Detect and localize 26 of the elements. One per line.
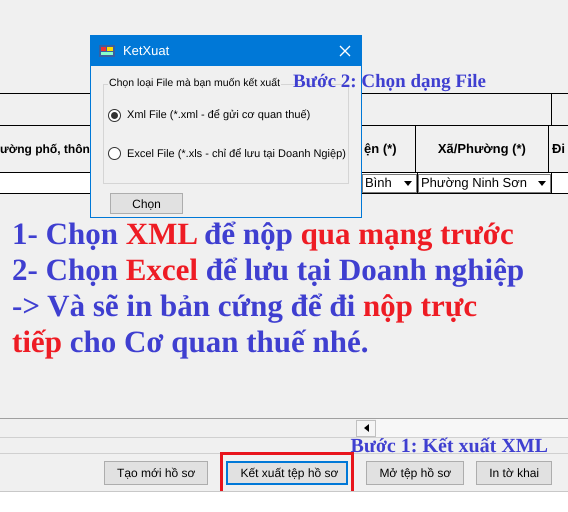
instruction-text: 1- Chọn XML để nộp qua mạng trước: [12, 216, 515, 252]
scroll-left-icon: [364, 424, 368, 432]
close-icon[interactable]: [339, 45, 351, 57]
dropdown-arrow-icon: [404, 180, 412, 186]
instruction-text: 2- Chọn Excel để lưu tại Doanh nghiệp -> Và sẽ in bản cứng để đi nộp trực tiếp cho Cơ quan thuế nhé.: [12, 252, 526, 360]
dropdown-arrow-icon: [538, 180, 546, 186]
step-label: Bước 2: Chọn dạng File: [293, 70, 486, 94]
toolbar-button[interactable]: Mở tệp hồ sơ: [366, 460, 464, 484]
toolbar-button[interactable]: In tờ khai: [476, 460, 552, 484]
radio-button[interactable]: [108, 108, 121, 122]
radio-label: Excel File (*.xls - chỉ để lưu tại Doanh Ngiệp): [127, 146, 346, 162]
radio-label: Xml File (*.xml - để gửi cơ quan thuế): [127, 108, 310, 123]
dropdown-field[interactable]: Phường Ninh Sơn: [418, 174, 551, 192]
column-header: ện (*): [364, 140, 397, 158]
step-label: Bước 1: Kết xuất XML: [350, 434, 548, 458]
radio-button[interactable]: [108, 147, 121, 160]
toolbar-button[interactable]: Tạo mới hồ sơ: [104, 460, 208, 484]
toolbar-button[interactable]: Kết xuất tệp hồ sơ: [226, 460, 348, 484]
dropdown-field[interactable]: Bình: [362, 174, 417, 192]
choose-button[interactable]: Chọn: [110, 193, 183, 214]
scroll-left-button[interactable]: [356, 420, 376, 436]
column-header: Xã/Phường (*): [438, 140, 526, 158]
window-title: KetXuat: [123, 42, 170, 60]
app-icon: [99, 43, 115, 59]
column-header: ường phố, thôn: [0, 141, 90, 158]
column-header: Đi: [552, 140, 566, 158]
